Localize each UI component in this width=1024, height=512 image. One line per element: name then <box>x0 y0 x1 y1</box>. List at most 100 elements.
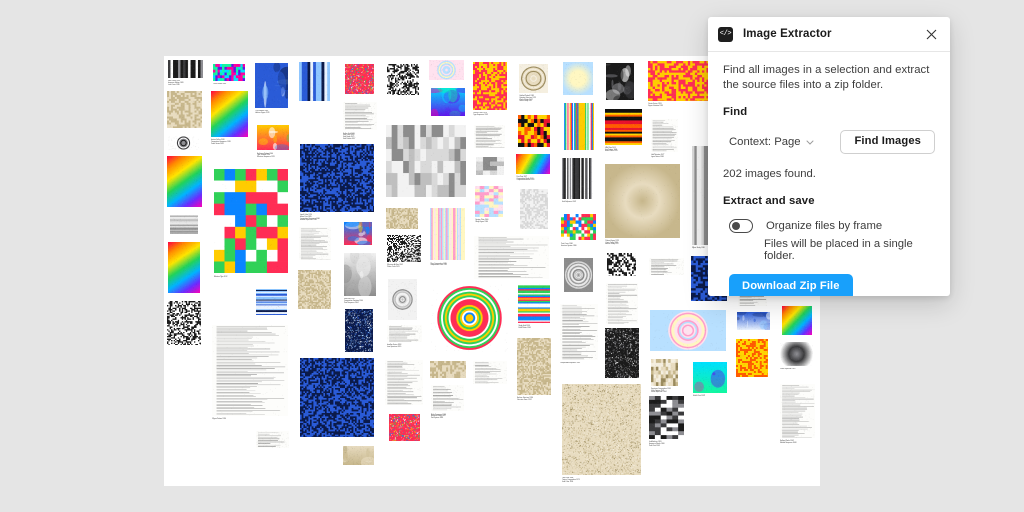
panel-header: </> Image Extractor <box>708 17 950 52</box>
moodboard-image-tile[interactable] <box>429 283 510 353</box>
moodboard-image-tile[interactable] <box>213 168 289 274</box>
moodboard-image-tile[interactable] <box>518 284 551 323</box>
moodboard-image-tile[interactable] <box>563 258 594 293</box>
moodboard-image-tile[interactable] <box>429 60 464 80</box>
moodboard-image-tile[interactable] <box>343 252 377 297</box>
moodboard-image-tile[interactable] <box>475 156 505 175</box>
close-button[interactable] <box>921 24 941 44</box>
moodboard-image-tile[interactable] <box>430 207 466 261</box>
moodboard-image-tile[interactable] <box>473 235 549 279</box>
moodboard-image-tile[interactable] <box>431 87 465 116</box>
moodboard-image-tile[interactable] <box>430 384 464 412</box>
moodboard-image-tile[interactable] <box>692 361 728 393</box>
moodboard-image-tile[interactable] <box>519 188 548 229</box>
tile-caption: Grid System Print Untitled 1985 Archive Fi… <box>255 109 270 115</box>
find-row: Context: Page Find Images <box>723 130 935 155</box>
moodboard-image-tile[interactable] <box>605 327 639 378</box>
tile-caption: Archive Study Untitled Pattern 1985 Variat… <box>519 94 536 103</box>
moodboard-image-tile[interactable] <box>168 135 199 150</box>
moodboard-image-tile[interactable] <box>473 124 505 148</box>
moodboard-image-tile[interactable] <box>606 62 635 101</box>
moodboard-image-tile[interactable] <box>169 215 199 235</box>
download-zip-button[interactable]: Download Zip File <box>729 274 853 296</box>
moodboard-image-tile[interactable] <box>385 360 423 406</box>
moodboard-image-tile[interactable] <box>210 90 248 137</box>
moodboard-image-tile[interactable] <box>560 303 599 361</box>
moodboard-image-tile[interactable] <box>475 186 504 217</box>
tile-caption: Field Series Pattern Figure 1979 Cover Cov… <box>605 239 620 246</box>
moodboard-image-tile[interactable] <box>782 305 813 335</box>
moodboard-image-tile[interactable] <box>562 103 594 151</box>
moodboard-image-tile[interactable] <box>517 114 551 148</box>
moodboard-image-tile[interactable] <box>343 102 378 131</box>
moodboard-image-tile[interactable] <box>387 234 421 262</box>
moodboard-image-tile[interactable] <box>517 337 551 395</box>
moodboard-image-tile[interactable] <box>604 108 642 145</box>
moodboard-image-tile[interactable] <box>473 360 508 385</box>
organize-files-toggle[interactable] <box>729 219 753 234</box>
moodboard-image-tile[interactable] <box>256 288 288 316</box>
moodboard-image-tile[interactable] <box>344 309 373 352</box>
plugin-icon-glyph: </> <box>719 29 732 38</box>
moodboard-image-tile[interactable] <box>344 221 372 246</box>
moodboard-image-tile[interactable] <box>561 158 594 199</box>
organize-toggle-help-text: Files will be placed in a single folder. <box>764 238 913 263</box>
moodboard-image-tile[interactable] <box>735 339 768 378</box>
moodboard-image-tile[interactable] <box>166 155 203 207</box>
moodboard-image-tile[interactable] <box>388 414 420 441</box>
tile-caption: System Grid Type Composition 1989 Composit… <box>430 261 447 267</box>
moodboard-image-tile[interactable] <box>606 253 636 276</box>
moodboard-image-tile[interactable] <box>516 154 550 174</box>
panel-description: Find all images in a selection and extra… <box>723 64 930 91</box>
moodboard-image-tile[interactable] <box>648 257 684 276</box>
moodboard-image-tile[interactable] <box>650 309 726 352</box>
moodboard-image-tile[interactable] <box>213 63 245 82</box>
moodboard-image-tile[interactable] <box>167 60 203 79</box>
moodboard-image-tile[interactable] <box>298 227 331 261</box>
moodboard-image-tile[interactable] <box>298 270 331 310</box>
tile-caption: Plotter Untitled Spectrum Composition 199… <box>651 387 671 394</box>
tile-caption: Sequence Works Spectrum Pattern 2004 Type … <box>257 151 275 159</box>
moodboard-image-tile[interactable] <box>257 124 290 151</box>
moodboard-image-tile[interactable] <box>385 124 467 198</box>
moodboard-image-tile[interactable] <box>519 63 548 93</box>
moodboard-image-tile[interactable] <box>167 242 201 294</box>
moodboard-image-tile[interactable] <box>299 358 374 437</box>
tile-caption: System Variation Figure Pattern 1994 <box>212 417 227 421</box>
moodboard-image-tile[interactable] <box>212 324 289 416</box>
moodboard-image-tile[interactable] <box>385 208 418 230</box>
moodboard-image-tile[interactable] <box>561 384 641 476</box>
moodboard-image-tile[interactable] <box>166 90 203 129</box>
extract-section-heading: Extract and save <box>723 195 815 208</box>
moodboard-image-tile[interactable] <box>651 359 678 386</box>
moodboard-image-tile[interactable] <box>386 324 422 342</box>
tile-caption: System Structure Plate Poster 2006 Sequenc… <box>167 79 184 86</box>
tile-caption: Sequence Archive Series Grid 2009 Grid Cov… <box>343 131 357 140</box>
moodboard-image-tile[interactable] <box>430 361 466 378</box>
moodboard-image-tile[interactable] <box>343 446 374 465</box>
moodboard-image-tile[interactable] <box>650 118 679 152</box>
moodboard-image-tile[interactable] <box>256 431 290 448</box>
moodboard-image-tile[interactable] <box>780 342 814 367</box>
tile-caption: Grid Series Plate Cover 1966 Structure Sys… <box>560 242 577 247</box>
close-icon <box>926 29 936 39</box>
tile-caption: Archive Spectrum Color Pattern 1985 <box>213 82 227 86</box>
find-images-button[interactable]: Find Images <box>840 130 935 155</box>
moodboard-image-tile[interactable] <box>473 62 508 110</box>
moodboard-image-tile[interactable] <box>387 279 417 320</box>
context-dropdown[interactable]: Context: Page <box>729 136 814 148</box>
moodboard-image-tile[interactable] <box>562 61 594 96</box>
moodboard-image-tile[interactable] <box>648 395 685 439</box>
moodboard-image-tile[interactable] <box>255 62 289 109</box>
moodboard-image-tile[interactable] <box>299 62 330 102</box>
moodboard-image-tile[interactable] <box>167 301 201 345</box>
moodboard-image-tile[interactable] <box>560 214 597 241</box>
moodboard-image-tile[interactable] <box>737 312 771 330</box>
moodboard-image-tile[interactable] <box>299 144 375 212</box>
moodboard-image-tile[interactable] <box>387 64 420 95</box>
moodboard-image-tile[interactable] <box>344 64 374 94</box>
moodboard-image-tile[interactable] <box>605 163 681 238</box>
tile-caption: Structure Structure System Plate 1960 Stud… <box>475 218 490 223</box>
moodboard-image-tile[interactable] <box>605 283 639 324</box>
moodboard-image-tile[interactable] <box>779 383 815 438</box>
